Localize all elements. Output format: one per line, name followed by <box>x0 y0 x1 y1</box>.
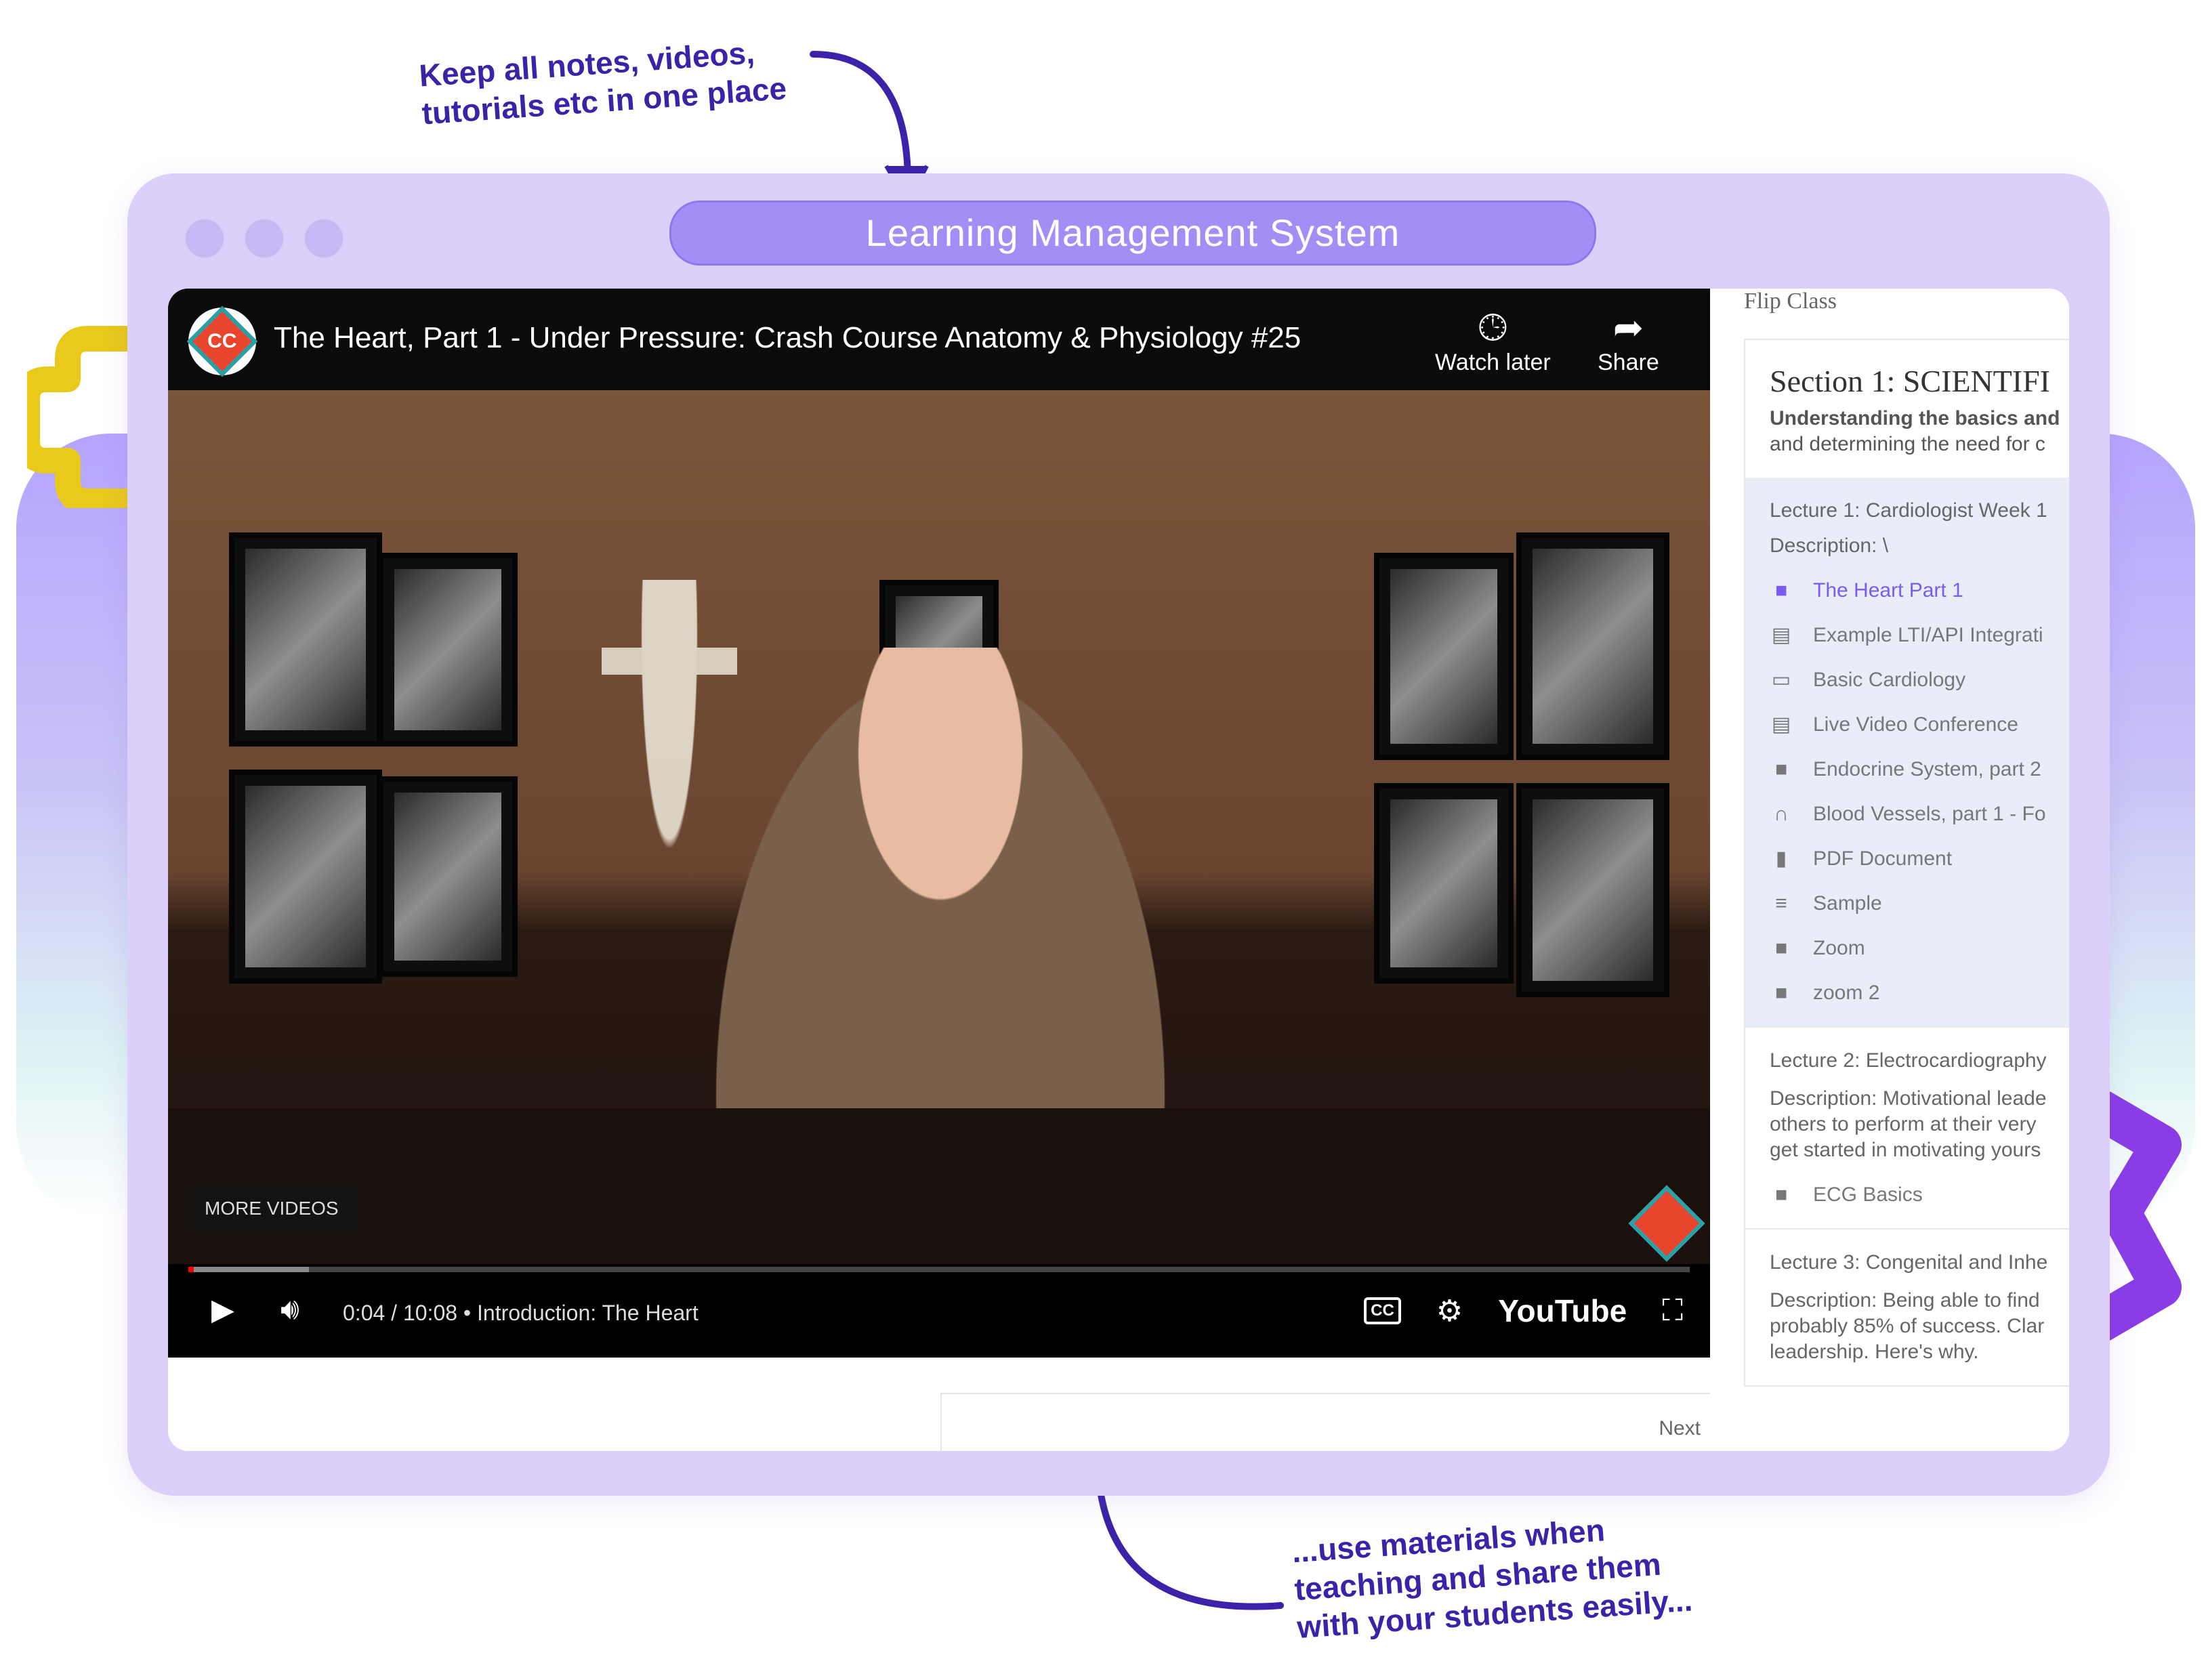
fullscreen-icon[interactable]: ⛶ <box>1662 1294 1683 1328</box>
course-sidebar: Flip Class Section 1: SCIENTIFI Understa… <box>1710 289 2069 1451</box>
lecture-1: Lecture 1: Cardiologist Week 1 Descripti… <box>1745 478 2069 1026</box>
window-dot-minimize[interactable] <box>244 218 285 259</box>
settings-gear-icon[interactable]: ⚙ <box>1436 1294 1463 1328</box>
lecture-item[interactable]: ■ ECG Basics <box>1770 1182 2069 1208</box>
lecture-item[interactable]: ≡ Sample <box>1770 891 2069 917</box>
lecture-2-title[interactable]: Lecture 2: Electrocardiography <box>1770 1048 2069 1074</box>
bottom-annotation: ...use materials when teaching and share… <box>1291 1512 1694 1645</box>
section-card: Section 1: SCIENTIFI Understanding the b… <box>1744 339 2069 1387</box>
course-name: Flip Class <box>1744 289 1837 314</box>
chapter-label[interactable]: • Introduction: The Heart <box>463 1301 699 1325</box>
window-title: Learning Management System <box>669 201 1596 266</box>
lecture-item[interactable]: ■ zoom 2 <box>1770 980 2069 1006</box>
lecture-item[interactable]: ▤ Example LTI/API Integrati <box>1770 623 2069 648</box>
xray-frame <box>229 770 382 984</box>
watch-later-button[interactable]: 🕒︎ Watch later <box>1435 306 1551 376</box>
lecture-item[interactable]: ■ Endocrine System, part 2 <box>1770 757 2069 782</box>
clock-icon: 🕒︎ <box>1478 308 1507 348</box>
list-icon: ≡ <box>1775 892 1787 915</box>
lecture-2-desc: Description: Motivational leade others t… <box>1770 1087 2047 1161</box>
video-time: 0:04 / 10:08 • Introduction: The Heart <box>343 1301 699 1325</box>
next-label: Next <box>1659 1417 1701 1440</box>
lecture-item[interactable]: ∩ Blood Vessels, part 1 - Fo <box>1770 801 2069 827</box>
window-controls <box>184 218 344 259</box>
lecture-3-desc: Description: Being able to find probably… <box>1770 1289 2045 1363</box>
lecture-2: Lecture 2: Electrocardiography Descripti… <box>1745 1026 2069 1228</box>
video-title-bar: CC The Heart, Part 1 - Under Pressure: C… <box>168 289 1710 390</box>
video-icon: ■ <box>1774 982 1788 1004</box>
section-description: Understanding the basics and and determin… <box>1770 407 2060 455</box>
channel-logo[interactable]: CC <box>186 306 258 377</box>
lecture-item[interactable]: ■ Zoom <box>1770 936 2069 961</box>
pager-area: Next <box>168 1358 1713 1451</box>
headphones-icon: ∩ <box>1774 803 1789 825</box>
video-title[interactable]: The Heart, Part 1 - Under Pressure: Cras… <box>274 321 1301 355</box>
xray-frame <box>1516 783 1669 997</box>
more-videos-button[interactable]: MORE VIDEOS <box>186 1185 358 1232</box>
xray-frame <box>229 532 382 747</box>
progress-buffered <box>194 1267 309 1272</box>
lecture-1-desc: Description: \ <box>1770 534 1889 557</box>
monitor-icon: ▭ <box>1771 669 1791 691</box>
play-icon[interactable]: ▶ <box>211 1293 234 1327</box>
next-button[interactable]: Next <box>940 1393 1713 1451</box>
xray-frame <box>378 776 518 977</box>
video-icon: ■ <box>1774 1183 1788 1206</box>
volume-icon[interactable]: 🔊︎ <box>280 1293 299 1326</box>
lecture-1-title[interactable]: Lecture 1: Cardiologist Week 1 <box>1770 498 2069 524</box>
lecture-item[interactable]: ■ The Heart Part 1 <box>1770 578 2069 604</box>
lecture-3: Lecture 3: Congenital and Inhe Descripti… <box>1745 1228 2069 1385</box>
video-icon: ■ <box>1774 579 1788 602</box>
section-title[interactable]: Section 1: SCIENTIFI <box>1745 340 2069 406</box>
video-host <box>703 648 1178 1176</box>
video-frame-scene <box>168 390 1710 1264</box>
video-progress-bar[interactable] <box>188 1267 1690 1272</box>
xray-frame <box>1516 532 1669 760</box>
desk <box>168 1108 1710 1264</box>
youtube-logo[interactable]: YouTube <box>1498 1293 1627 1329</box>
document-icon: ▤ <box>1771 713 1791 736</box>
browser-window: Learning Management System CC The Heart,… <box>127 173 2110 1496</box>
xray-frame <box>1374 783 1514 984</box>
video-player[interactable]: CC The Heart, Part 1 - Under Pressure: C… <box>168 289 1710 1358</box>
lecture-item[interactable]: ▭ Basic Cardiology <box>1770 667 2069 693</box>
video-controls: ▶ 🔊︎ 0:04 / 10:08 • Introduction: The He… <box>168 1272 1710 1358</box>
lecture-3-title[interactable]: Lecture 3: Congenital and Inhe <box>1770 1250 2069 1276</box>
video-icon: ■ <box>1774 937 1788 959</box>
xray-frame <box>1374 553 1514 760</box>
captions-button[interactable]: CC <box>1364 1297 1401 1324</box>
video-icon: ■ <box>1774 758 1788 780</box>
lecture-item[interactable]: ▤ Live Video Conference <box>1770 712 2069 738</box>
share-button[interactable]: ➦ Share <box>1598 306 1659 376</box>
lms-content: CC The Heart, Part 1 - Under Pressure: C… <box>168 289 2069 1451</box>
share-icon: ➦ <box>1612 308 1644 348</box>
book-icon: ▮ <box>1775 847 1787 870</box>
window-dot-close[interactable] <box>184 218 225 259</box>
window-dot-maximize[interactable] <box>304 218 344 259</box>
document-icon: ▤ <box>1771 624 1791 646</box>
xray-frame <box>378 553 518 747</box>
top-annotation: Keep all notes, videos, tutorials etc in… <box>417 35 788 131</box>
lecture-item[interactable]: ▮ PDF Document <box>1770 846 2069 872</box>
